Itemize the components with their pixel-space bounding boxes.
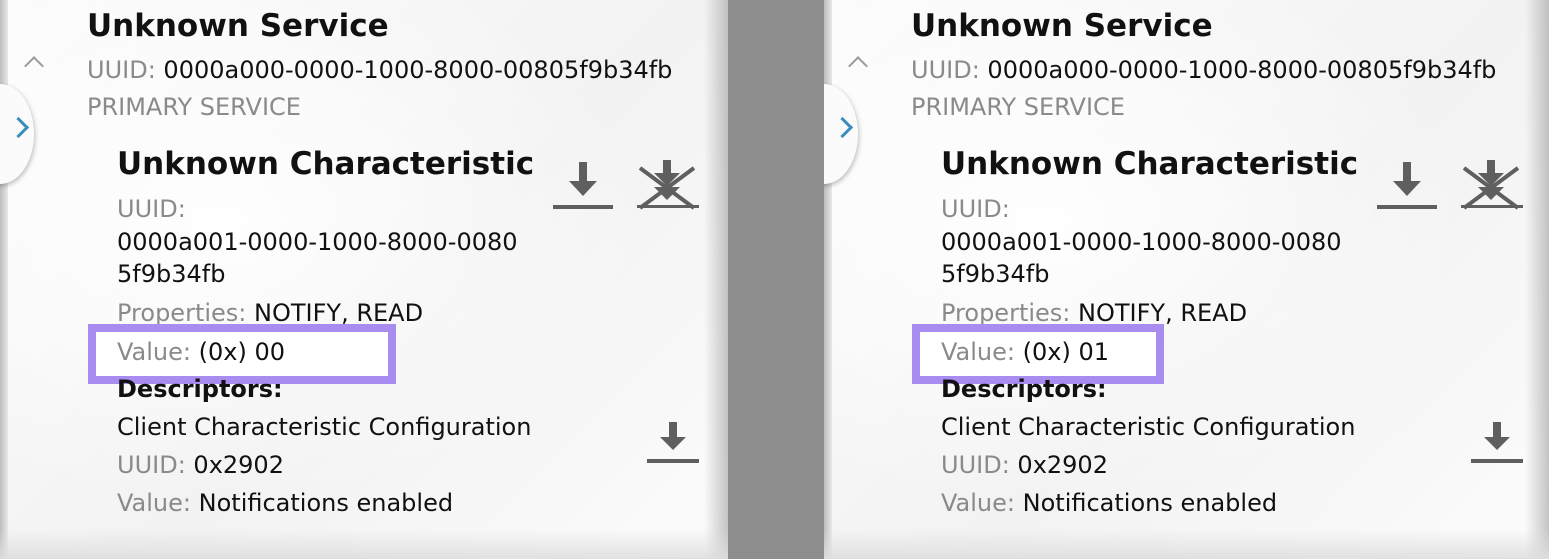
properties-value: NOTIFY, READ	[1078, 299, 1248, 327]
right-screenshot-panel: Unknown Service UUID: 0000a000-0000-1000…	[824, 0, 1549, 559]
service-uuid: UUID: 0000a000-0000-1000-8000-00805f9b34…	[911, 56, 1496, 84]
descriptors-heading: Descriptors:	[941, 375, 1107, 403]
download-icon[interactable]	[1376, 160, 1438, 212]
descriptor-value-text: Notifications enabled	[198, 489, 454, 517]
descriptors-heading: Descriptors:	[117, 375, 283, 403]
service-uuid-label: UUID:	[87, 56, 156, 84]
service-title: Unknown Service	[911, 8, 1213, 44]
descriptor-value: Value: Notifications enabled	[941, 489, 1277, 517]
properties-label: Properties:	[941, 299, 1071, 327]
panel-bottom-shade	[824, 529, 1549, 559]
service-type: PRIMARY SERVICE	[87, 93, 301, 121]
panel-bottom-shade	[0, 529, 728, 559]
characteristic-title: Unknown Characteristic	[941, 146, 1359, 182]
descriptor-name: Client Characteristic Configuration	[941, 413, 1356, 441]
characteristic-uuid-line1: 0000a001-0000-1000-8000-0080	[941, 228, 1342, 256]
descriptor-value-text: Notifications enabled	[1022, 489, 1278, 517]
service-title: Unknown Service	[87, 8, 389, 44]
panel-shadow	[1525, 0, 1549, 559]
characteristic-value: Value: (0x) 01	[941, 338, 1109, 366]
characteristic-uuid-line1: 0000a001-0000-1000-8000-0080	[117, 228, 518, 256]
download-icon[interactable]	[646, 420, 700, 466]
chevron-right-icon	[7, 116, 30, 139]
service-type: PRIMARY SERVICE	[911, 93, 1125, 121]
download-icon[interactable]	[552, 160, 614, 212]
descriptor-uuid: UUID: 0x2902	[941, 451, 1108, 479]
descriptor-value: Value: Notifications enabled	[117, 489, 453, 517]
descriptor-value-label: Value:	[117, 489, 191, 517]
descriptor-uuid-value: 0x2902	[193, 451, 284, 479]
service-uuid-value: 0000a000-0000-1000-8000-00805f9b34fb	[987, 56, 1497, 84]
drawer-tab[interactable]	[824, 84, 858, 184]
service-uuid-value: 0000a000-0000-1000-8000-00805f9b34fb	[163, 56, 673, 84]
descriptor-uuid-label: UUID:	[117, 451, 186, 479]
descriptor-value-label: Value:	[941, 489, 1015, 517]
chevron-up-icon[interactable]	[24, 56, 44, 76]
chevron-up-icon[interactable]	[848, 56, 868, 76]
characteristic-properties: Properties: NOTIFY, READ	[117, 299, 423, 327]
drawer-tab[interactable]	[0, 84, 34, 184]
descriptor-uuid: UUID: 0x2902	[117, 451, 284, 479]
value-text: (0x) 00	[198, 338, 286, 366]
panel-shadow	[704, 0, 728, 559]
characteristic-uuid-label: UUID:	[117, 195, 186, 223]
notifications-disabled-icon[interactable]	[1460, 158, 1524, 212]
characteristic-uuid-line2: 5f9b34fb	[941, 260, 1050, 288]
value-text: (0x) 01	[1022, 338, 1110, 366]
properties-value: NOTIFY, READ	[254, 299, 424, 327]
download-icon[interactable]	[1470, 420, 1524, 466]
characteristic-title: Unknown Characteristic	[117, 146, 535, 182]
left-screenshot-panel: Unknown Service UUID: 0000a000-0000-1000…	[0, 0, 728, 559]
characteristic-properties: Properties: NOTIFY, READ	[941, 299, 1247, 327]
service-uuid: UUID: 0000a000-0000-1000-8000-00805f9b34…	[87, 56, 672, 84]
characteristic-value: Value: (0x) 00	[117, 338, 285, 366]
descriptor-uuid-label: UUID:	[941, 451, 1010, 479]
value-label: Value:	[941, 338, 1015, 366]
characteristic-uuid-label: UUID:	[941, 195, 1010, 223]
service-uuid-label: UUID:	[911, 56, 980, 84]
descriptor-name: Client Characteristic Configuration	[117, 413, 532, 441]
value-label: Value:	[117, 338, 191, 366]
chevron-right-icon	[831, 116, 854, 139]
characteristic-uuid-line2: 5f9b34fb	[117, 260, 226, 288]
descriptor-uuid-value: 0x2902	[1017, 451, 1108, 479]
properties-label: Properties:	[117, 299, 247, 327]
notifications-disabled-icon[interactable]	[636, 158, 700, 212]
